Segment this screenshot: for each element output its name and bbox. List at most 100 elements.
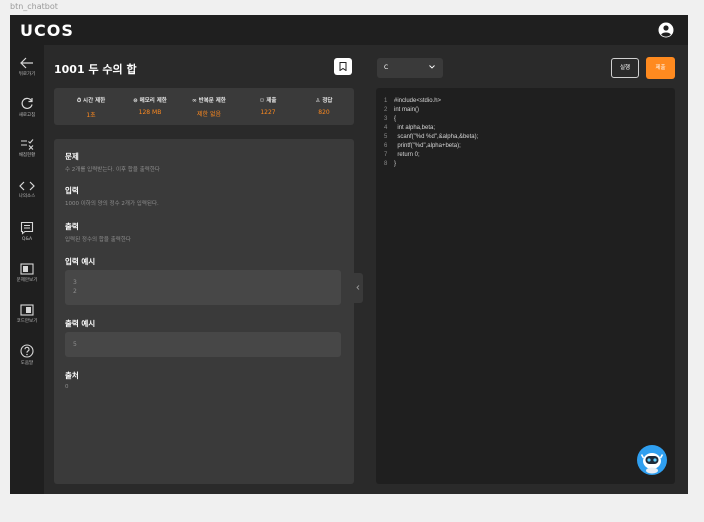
code-line: 6 printf("%d",alpha+beta); bbox=[384, 143, 461, 149]
code-text: } bbox=[394, 161, 397, 167]
grading-status-icon bbox=[21, 139, 34, 150]
stat-label: 시간 제한 bbox=[83, 98, 106, 104]
bookmark-button[interactable] bbox=[334, 58, 352, 75]
problem-content: 문제 수 2개를 입력받는다. 이후 합을 출력한다 입력 1000 이하의 양… bbox=[54, 139, 354, 484]
section-heading-source: 출처 bbox=[65, 371, 79, 380]
code-text: printf("%d",alpha+beta); bbox=[394, 143, 461, 149]
frame-label: btn_chatbot bbox=[10, 2, 58, 11]
problem-title: 1001 두 수의 합 bbox=[54, 63, 137, 76]
language-select-value: C bbox=[384, 64, 389, 71]
users-icon: ⚇ bbox=[259, 98, 265, 104]
stat-time-limit: ⏱ 시간 제한 1초 bbox=[63, 96, 119, 119]
sample-output-line: 5 bbox=[73, 341, 77, 348]
sidebar-item-label: 문제만보기 bbox=[16, 278, 38, 283]
code-brackets-icon bbox=[19, 181, 35, 191]
stat-memory-limit: ⊜ 메모리 제한 128 MB bbox=[122, 96, 178, 116]
sample-input-line: 3 bbox=[73, 279, 77, 286]
code-text: scanf("%d %d",&alpha,&beta); bbox=[394, 134, 479, 140]
help-icon bbox=[20, 344, 34, 358]
chevron-left-icon bbox=[356, 285, 360, 290]
section-heading-output: 출력 bbox=[65, 222, 79, 231]
stat-value: 820 bbox=[318, 109, 330, 116]
sidebar-item-back[interactable]: 뒤로가기 bbox=[10, 57, 44, 77]
sidebar-item-label: 코드만보기 bbox=[16, 319, 38, 324]
section-heading-sample-input: 입력 예시 bbox=[65, 257, 96, 266]
sidebar-item-help[interactable]: 도움말 bbox=[10, 344, 44, 366]
code-text: #include<stdio.h> bbox=[394, 98, 442, 104]
code-text: int main() bbox=[394, 107, 420, 113]
sample-input-box: 3 2 bbox=[65, 270, 341, 305]
code-text: { bbox=[394, 116, 397, 122]
section-heading-problem: 문제 bbox=[65, 152, 79, 161]
code-line: 8} bbox=[384, 161, 396, 167]
top-bar: UCOS bbox=[10, 15, 688, 45]
stat-value: 1227 bbox=[260, 109, 276, 116]
sidebar-item-my-source[interactable]: 나의소스 bbox=[10, 181, 44, 199]
chevron-down-icon bbox=[429, 65, 435, 69]
sidebar-item-label: 채점현황 bbox=[18, 153, 36, 158]
sidebar-item-label: 도움말 bbox=[20, 361, 34, 366]
section-heading-sample-output: 출력 예시 bbox=[65, 319, 96, 328]
stat-label: 제출 bbox=[266, 98, 277, 104]
stat-value: 1초 bbox=[86, 112, 96, 119]
code-text: int alpha,beta; bbox=[394, 125, 436, 131]
run-button[interactable]: 실행 bbox=[611, 58, 639, 78]
stat-label: 정답 bbox=[322, 98, 333, 104]
memory-icon: ⊜ bbox=[133, 98, 138, 104]
code-line: 3{ bbox=[384, 116, 396, 122]
stat-label: 메모리 제한 bbox=[139, 98, 167, 104]
arrow-left-icon bbox=[20, 57, 33, 69]
section-text-output: 입력된 정수의 합을 출력한다 bbox=[65, 237, 131, 243]
code-editor[interactable]: 1 #include<stdio.h> 2 int main() 3{ 4 int … bbox=[376, 88, 675, 484]
sidebar-item-label: 새로고침 bbox=[18, 113, 36, 118]
stat-label: 반복문 제한 bbox=[198, 98, 226, 104]
sidebar-item-grading[interactable]: 채점현황 bbox=[10, 138, 44, 158]
problem-only-icon bbox=[20, 263, 34, 275]
code-line: 5 scanf("%d %d",&alpha,&beta); bbox=[384, 134, 478, 140]
section-text-source: 0 bbox=[65, 384, 69, 390]
stat-submissions: ⚇ 제출 1227 bbox=[240, 96, 296, 116]
line-number: 2 bbox=[384, 107, 388, 113]
code-line: 1 #include<stdio.h> bbox=[384, 98, 441, 104]
refresh-icon bbox=[21, 97, 33, 109]
code-only-icon bbox=[20, 304, 34, 316]
sample-input-line: 2 bbox=[73, 288, 77, 295]
chatbot-button[interactable] bbox=[637, 445, 667, 475]
section-heading-input: 입력 bbox=[65, 186, 79, 195]
panel-collapse-handle[interactable] bbox=[353, 273, 363, 303]
sample-output-box: 5 bbox=[65, 332, 341, 357]
infinity-icon: ∞ bbox=[192, 98, 197, 104]
section-text-problem: 수 2개를 입력받는다. 이후 합을 출력한다 bbox=[65, 167, 160, 173]
code-line: 4 int alpha,beta; bbox=[384, 125, 435, 131]
code-text: return 0; bbox=[394, 152, 420, 158]
submit-button[interactable]: 제출 bbox=[646, 57, 675, 79]
sidebar-item-code-only[interactable]: 코드만보기 bbox=[10, 304, 44, 324]
problem-stats: ⏱ 시간 제한 1초 ⊜ 메모리 제한 128 MB ∞ 반복문 제한 제한 없… bbox=[54, 88, 354, 125]
stat-value: 128 MB bbox=[138, 109, 162, 116]
code-line: 7 return 0; bbox=[384, 152, 420, 158]
stat-value: 제한 없음 bbox=[197, 111, 221, 118]
sidebar-item-label: 나의소스 bbox=[18, 194, 36, 199]
logo[interactable]: UCOS bbox=[20, 21, 74, 40]
sidebar-item-refresh[interactable]: 새로고침 bbox=[10, 97, 44, 118]
code-line: 2 int main() bbox=[384, 107, 419, 113]
clock-icon: ⏱ bbox=[76, 98, 82, 104]
user-check-icon: ♙ bbox=[315, 98, 321, 104]
sidebar-item-label: Q&A bbox=[21, 237, 33, 242]
line-number: 7 bbox=[384, 152, 388, 158]
line-number: 4 bbox=[384, 125, 388, 131]
line-number: 8 bbox=[384, 161, 388, 167]
sidebar-item-problem-only[interactable]: 문제만보기 bbox=[10, 263, 44, 283]
line-number: 6 bbox=[384, 143, 388, 149]
app-window: UCOS 뒤로가기 새로고침 채점현황 나의소스 Q&A 문제만보기 코드만보기… bbox=[10, 15, 688, 494]
sidebar: 뒤로가기 새로고침 채점현황 나의소스 Q&A 문제만보기 코드만보기 도움말 bbox=[10, 45, 44, 494]
language-select[interactable]: C bbox=[377, 58, 443, 78]
section-text-input: 1000 이하의 양의 정수 2개가 입력된다. bbox=[65, 201, 159, 207]
user-account-icon[interactable] bbox=[658, 22, 674, 38]
line-number: 1 bbox=[384, 98, 388, 104]
sidebar-item-label: 뒤로가기 bbox=[18, 72, 36, 77]
line-number: 3 bbox=[384, 116, 388, 122]
line-number: 5 bbox=[384, 134, 388, 140]
stat-correct: ♙ 정답 820 bbox=[296, 96, 352, 116]
sidebar-item-qa[interactable]: Q&A bbox=[10, 221, 44, 242]
